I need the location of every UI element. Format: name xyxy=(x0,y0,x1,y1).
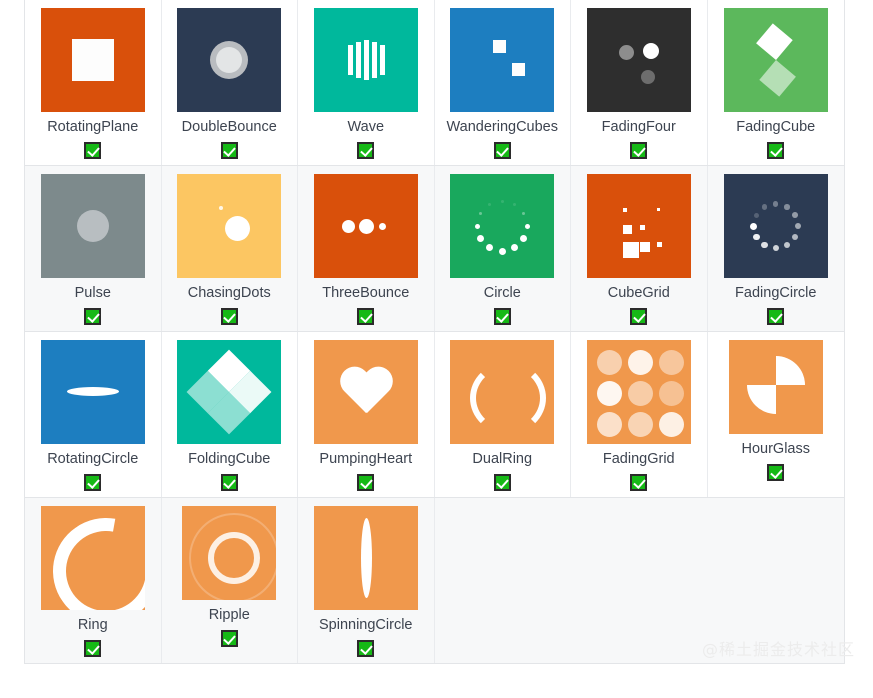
spinner-cell-ring[interactable]: Ring xyxy=(25,498,162,663)
spinner-label: Wave xyxy=(347,119,385,135)
spinner-cell-foldingcube[interactable]: FoldingCube xyxy=(162,332,298,497)
pumping-heart-spinner xyxy=(313,340,418,444)
spinner-label: SpinningCircle xyxy=(319,617,413,633)
spinner-cell-circle[interactable]: Circle xyxy=(435,166,571,331)
spinner-label: ChasingDots xyxy=(187,285,271,301)
spinner-label: CubeGrid xyxy=(607,285,670,301)
pulse-spinner xyxy=(40,174,145,278)
spinner-label: FadingFour xyxy=(601,119,676,135)
spinner-label: PumpingHeart xyxy=(319,451,413,467)
checkbox-checked-icon[interactable] xyxy=(493,308,511,325)
spinner-label: ThreeBounce xyxy=(322,285,410,301)
watermark-text: @稀土掘金技术社区 xyxy=(701,640,855,659)
checkbox-checked-icon[interactable] xyxy=(767,308,785,325)
spinner-label: Ring xyxy=(77,617,108,633)
checkbox-checked-icon[interactable] xyxy=(630,474,648,491)
spinner-cell-dualring[interactable]: DualRing xyxy=(435,332,571,497)
spinner-label: DoubleBounce xyxy=(181,119,277,135)
spinner-cell-rotatingcircle[interactable]: RotatingCircle xyxy=(25,332,162,497)
spinner-label: DualRing xyxy=(472,451,533,467)
spinner-label: Pulse xyxy=(74,285,111,301)
spinner-cell-wanderingcubes[interactable]: WanderingCubes xyxy=(435,0,571,165)
circle-spinner xyxy=(450,174,555,278)
cube-grid-spinner xyxy=(586,174,691,278)
checkbox-checked-icon[interactable] xyxy=(84,142,102,159)
spinner-label: FadingGrid xyxy=(602,451,675,467)
checkbox-checked-icon[interactable] xyxy=(84,474,102,491)
spinner-cell-fadingcube[interactable]: FadingCube xyxy=(708,0,845,165)
rotating-circle-spinner xyxy=(40,340,145,444)
wandering-cubes-spinner xyxy=(450,8,555,112)
checkbox-checked-icon[interactable] xyxy=(220,142,238,159)
ripple-spinner xyxy=(182,506,277,600)
checkbox-checked-icon[interactable] xyxy=(357,308,375,325)
spinner-cell-threebounce[interactable]: ThreeBounce xyxy=(298,166,435,331)
fading-cube-spinner xyxy=(723,8,828,112)
rotating-plane-spinner xyxy=(40,8,145,112)
fading-grid-spinner xyxy=(586,340,691,444)
spinner-label: Ripple xyxy=(208,607,250,623)
spinner-cell-fadinggrid[interactable]: FadingGrid xyxy=(571,332,708,497)
spinner-cell-pulse[interactable]: Pulse xyxy=(25,166,162,331)
fading-four-spinner xyxy=(586,8,691,112)
spinner-grid-row: RotatingPlane DoubleBounce Wave WanderingCu… xyxy=(25,0,844,166)
checkbox-checked-icon[interactable] xyxy=(84,308,102,325)
checkbox-checked-icon[interactable] xyxy=(357,142,375,159)
spinner-cell-fadingcircle[interactable]: FadingCircle xyxy=(708,166,845,331)
folding-cube-spinner xyxy=(177,340,282,444)
dual-ring-spinner xyxy=(450,340,555,444)
wave-spinner xyxy=(313,8,418,112)
spinner-grid-row: RotatingCircle FoldingCube PumpingHeart Dua… xyxy=(25,332,844,498)
spinner-label: RotatingCircle xyxy=(47,451,139,467)
checkbox-checked-icon[interactable] xyxy=(357,474,375,491)
spinner-gallery-page: RotatingPlane DoubleBounce Wave WanderingCu… xyxy=(0,0,873,698)
spinner-cell-cubegrid[interactable]: CubeGrid xyxy=(571,166,708,331)
fading-circle-spinner xyxy=(723,174,828,278)
spinner-label: Circle xyxy=(483,285,521,301)
spinner-cell-ripple[interactable]: Ripple xyxy=(162,498,298,663)
checkbox-checked-icon[interactable] xyxy=(493,142,511,159)
chasing-dots-spinner xyxy=(177,174,282,278)
spinner-cell-spinningcircle[interactable]: SpinningCircle xyxy=(298,498,435,663)
checkbox-checked-icon[interactable] xyxy=(220,630,238,647)
ring-spinner xyxy=(40,506,145,610)
spinner-label: FadingCube xyxy=(736,119,816,135)
checkbox-checked-icon[interactable] xyxy=(767,142,785,159)
spinner-cell-rotatingplane[interactable]: RotatingPlane xyxy=(25,0,162,165)
spinner-label: WanderingCubes xyxy=(446,119,559,135)
checkbox-checked-icon[interactable] xyxy=(630,142,648,159)
spinner-cell-doublebounce[interactable]: DoubleBounce xyxy=(162,0,298,165)
checkbox-checked-icon[interactable] xyxy=(220,308,238,325)
spinning-circle-spinner xyxy=(313,506,418,610)
spinner-cell-wave[interactable]: Wave xyxy=(298,0,435,165)
three-bounce-spinner xyxy=(313,174,418,278)
spinner-grid-row: Pulse ChasingDots ThreeBounce Circle CubeGri… xyxy=(25,166,844,332)
spinner-cell-pumpingheart[interactable]: PumpingHeart xyxy=(298,332,435,497)
checkbox-checked-icon[interactable] xyxy=(767,464,785,481)
checkbox-checked-icon[interactable] xyxy=(220,474,238,491)
spinner-grid: RotatingPlane DoubleBounce Wave WanderingCu… xyxy=(24,0,845,664)
hour-glass-spinner xyxy=(728,340,823,434)
spinner-cell-hourglass[interactable]: HourGlass xyxy=(708,332,845,497)
checkbox-checked-icon[interactable] xyxy=(630,308,648,325)
spinner-label: FoldingCube xyxy=(188,451,271,467)
checkbox-checked-icon[interactable] xyxy=(84,640,102,657)
checkbox-checked-icon[interactable] xyxy=(357,640,375,657)
double-bounce-spinner xyxy=(177,8,282,112)
spinner-label: RotatingPlane xyxy=(47,119,139,135)
spinner-label: HourGlass xyxy=(741,441,811,457)
checkbox-checked-icon[interactable] xyxy=(493,474,511,491)
spinner-cell-fadingfour[interactable]: FadingFour xyxy=(571,0,708,165)
spinner-cell-chasingdots[interactable]: ChasingDots xyxy=(162,166,298,331)
spinner-label: FadingCircle xyxy=(735,285,817,301)
